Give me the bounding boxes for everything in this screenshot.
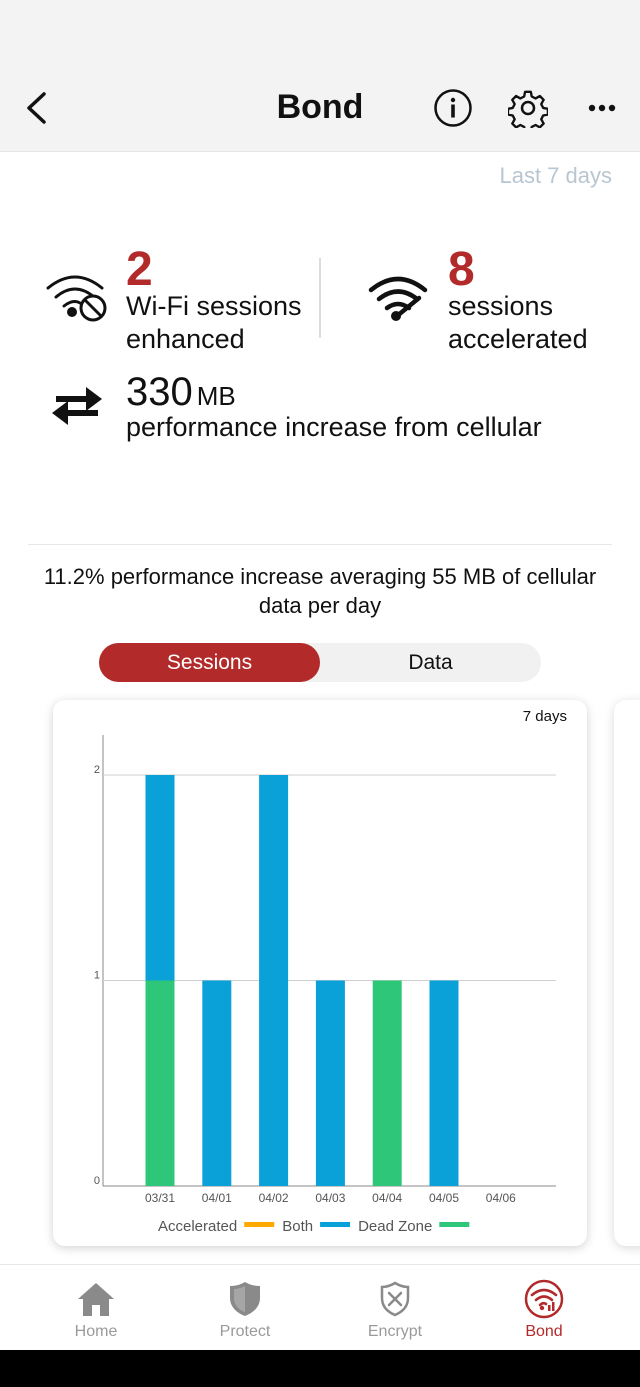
section-divider — [28, 544, 612, 545]
next-card-peek[interactable] — [614, 700, 640, 1246]
more-button[interactable] — [580, 86, 624, 130]
legend-label: Both — [282, 1218, 313, 1235]
x-tick-label: 04/04 — [372, 1191, 402, 1205]
x-tick-label: 04/06 — [486, 1191, 516, 1205]
system-nav-bar — [0, 1350, 640, 1387]
more-dots-icon — [588, 104, 616, 112]
legend-swatch — [244, 1222, 275, 1227]
x-tick-label: 03/31 — [145, 1191, 175, 1205]
sessions-bar-chart: 0 1 2 03/31 04/01 04/02 04/03 04/04 04/05 04/06 Ac… — [94, 735, 556, 1235]
settings-button[interactable] — [506, 86, 550, 130]
accelerated-sessions-count: 8 — [448, 243, 475, 296]
x-tick-label: 04/05 — [429, 1191, 459, 1205]
tab-protect-label: Protect — [219, 1323, 271, 1340]
bar-both — [259, 775, 289, 1186]
legend-label: Dead Zone — [358, 1218, 432, 1235]
legend-swatch — [320, 1222, 351, 1227]
wifi-off-icon — [44, 272, 110, 324]
bar-both — [429, 980, 459, 1186]
bar-both — [145, 775, 175, 981]
y-tick-label: 0 — [94, 1175, 100, 1187]
data-increase-value: 330 MB — [126, 372, 236, 412]
period-label: Last 7 days — [499, 163, 612, 188]
tab-home-label: Home — [74, 1323, 118, 1340]
performance-summary: 11.2% performance increase averaging 55 … — [43, 564, 597, 618]
tab-encrypt[interactable]: Encrypt — [320, 1265, 470, 1351]
bar-both — [202, 980, 232, 1186]
home-icon — [78, 1283, 114, 1316]
data-increase-label: performance increase from cellular — [126, 412, 542, 442]
encrypt-shield-icon — [380, 1281, 410, 1317]
data-tab[interactable]: Data — [320, 643, 541, 682]
y-tick-label: 2 — [94, 764, 100, 776]
tab-bond-label: Bond — [525, 1323, 563, 1340]
accelerated-sessions-label-line1: sessions — [448, 291, 554, 321]
stats-divider — [319, 258, 321, 338]
x-tick-label: 04/03 — [315, 1191, 345, 1205]
sessions-tab[interactable]: Sessions — [99, 643, 320, 682]
bond-wifi-icon — [524, 1279, 564, 1319]
sessions-data-toggle: Sessions Data — [99, 643, 541, 682]
x-tick-label: 04/01 — [202, 1191, 232, 1205]
transfer-arrows-icon — [50, 384, 104, 428]
info-button[interactable] — [431, 86, 475, 130]
legend-swatch — [439, 1222, 470, 1227]
wifi-sessions-label-line1: Wi-Fi sessions — [126, 291, 302, 321]
wifi-speed-icon — [367, 272, 429, 322]
shield-icon — [230, 1282, 260, 1316]
tab-encrypt-label: Encrypt — [367, 1323, 423, 1340]
data-increase-unit: MB — [196, 381, 236, 411]
info-icon — [434, 89, 472, 127]
bottom-tab-bar: Home Protect Encrypt Bond — [0, 1264, 640, 1350]
tab-protect[interactable]: Protect — [170, 1265, 320, 1351]
bar-dead-zone — [145, 980, 175, 1186]
sessions-chart-card: 7 days 0 1 2 03/31 04/01 04/02 04/03 04/04 04/05… — [53, 700, 587, 1246]
gear-icon — [508, 90, 548, 128]
app-header: Bond — [0, 0, 640, 152]
bar-dead-zone — [372, 980, 402, 1186]
tab-home[interactable]: Home — [21, 1265, 171, 1351]
bar-both — [315, 980, 345, 1186]
data-increase-number: 330 — [126, 370, 193, 414]
y-tick-label: 1 — [94, 970, 100, 982]
accelerated-sessions-label-line2: accelerated — [448, 324, 588, 354]
tab-bond[interactable]: Bond — [469, 1265, 619, 1351]
wifi-sessions-label-line2: enhanced — [126, 324, 245, 354]
x-tick-label: 04/02 — [259, 1191, 289, 1205]
legend-label: Accelerated — [158, 1218, 237, 1235]
wifi-sessions-count: 2 — [126, 243, 153, 296]
